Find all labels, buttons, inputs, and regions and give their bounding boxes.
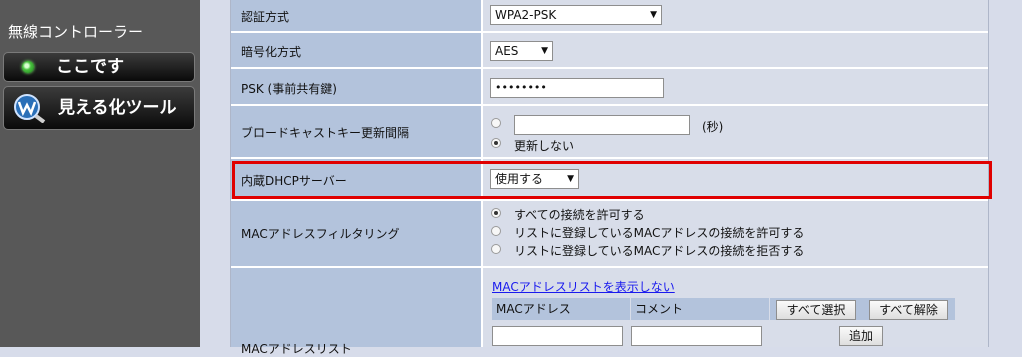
mac-list-label: MACアドレスリスト (241, 342, 352, 356)
encryption-select[interactable]: AES ▼ (490, 41, 553, 61)
mac-filter-allow-all-radio[interactable] (491, 208, 501, 218)
mac-filter-option-label: すべての接続を許可する (514, 208, 645, 222)
dhcp-select[interactable]: 使用する ▼ (490, 169, 579, 189)
row-encryption: 暗号化方式 AES ▼ (231, 33, 988, 69)
chevron-down-icon: ▼ (541, 46, 548, 56)
deselect-all-button[interactable]: すべて解除 (869, 300, 948, 320)
encryption-value: AES (495, 44, 519, 58)
row-broadcast-key: ブロードキャストキー更新間隔 (秒) 更新しない (231, 106, 988, 159)
wifi-magnifier-icon (12, 93, 46, 124)
broadcast-interval-radio[interactable] (491, 118, 501, 128)
mac-filter-option-label: リストに登録しているMACアドレスの接続を許可する (514, 226, 805, 240)
chevron-down-icon: ▼ (650, 10, 657, 20)
row-psk: PSK (事前共有鍵) •••••••• (231, 69, 988, 106)
mac-column-header: MACアドレス (492, 298, 630, 320)
dhcp-value: 使用する (495, 172, 544, 186)
sidebar: 無線コントローラー ここです 見える化ツール (0, 0, 200, 347)
psk-label: PSK (事前共有鍵) (241, 82, 337, 96)
visualize-tool-button[interactable]: 見える化ツール (3, 86, 195, 130)
broadcast-key-label: ブロードキャストキー更新間隔 (241, 126, 410, 140)
select-all-button[interactable]: すべて選択 (776, 300, 856, 320)
psk-input[interactable]: •••••••• (490, 78, 664, 98)
auth-method-value: WPA2-PSK (495, 8, 557, 22)
row-auth-method: 認証方式 WPA2-PSK ▼ (231, 0, 988, 33)
chevron-down-icon: ▼ (567, 174, 574, 184)
broadcast-interval-input[interactable] (514, 115, 690, 135)
encryption-label: 暗号化方式 (241, 45, 302, 59)
mac-filter-label: MACアドレスフィルタリング (241, 227, 400, 241)
sidebar-title: 無線コントローラー (8, 23, 144, 41)
mac-filter-deny-list-radio[interactable] (491, 244, 501, 254)
no-update-radio[interactable] (491, 138, 501, 148)
comment-input[interactable] (631, 326, 762, 346)
auth-method-label: 認証方式 (241, 10, 290, 24)
row-mac-filter: MACアドレスフィルタリング すべての接続を許可する リストに登録しているMAC… (231, 201, 988, 268)
comment-column-header: コメント (631, 298, 769, 320)
here-button[interactable]: ここです (3, 52, 195, 82)
visualize-tool-label: 見える化ツール (58, 98, 177, 118)
add-button[interactable]: 追加 (839, 326, 883, 346)
auth-method-select[interactable]: WPA2-PSK ▼ (490, 5, 662, 25)
row-dhcp: 内蔵DHCPサーバー 使用する ▼ (231, 159, 988, 201)
mac-filter-allow-list-radio[interactable] (491, 226, 501, 236)
hide-mac-list-link[interactable]: MACアドレスリストを表示しない (492, 278, 675, 295)
mac-filter-option-label: リストに登録しているMACアドレスの接続を拒否する (514, 244, 805, 258)
here-button-label: ここです (56, 57, 124, 77)
no-update-label: 更新しない (514, 139, 575, 153)
dhcp-label: 内蔵DHCPサーバー (241, 174, 347, 188)
row-mac-list: MACアドレスリスト MACアドレスリストを表示しない MACアドレス コメント… (231, 268, 988, 356)
mac-address-input[interactable] (492, 326, 623, 346)
seconds-unit: (秒) (702, 120, 724, 134)
status-led-icon (22, 61, 34, 73)
settings-panel: 認証方式 WPA2-PSK ▼ 暗号化方式 AES ▼ PSK (事前共有鍵) … (230, 0, 989, 356)
